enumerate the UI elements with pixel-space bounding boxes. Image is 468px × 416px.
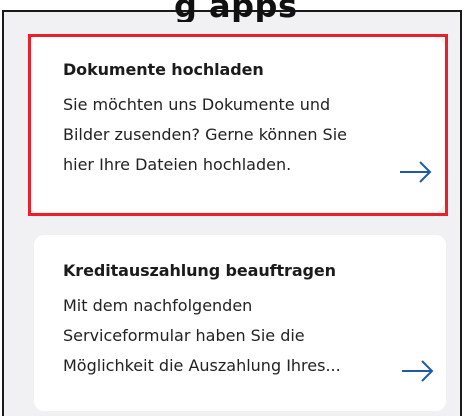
page-header-fragment: g apps (174, 0, 434, 22)
arrow-right-icon[interactable] (401, 360, 435, 382)
card-description-line: hier Ihre Dateien hochladen. (63, 155, 292, 174)
upload-documents-card[interactable]: Dokumente hochladen Sie möchten uns Doku… (28, 37, 444, 212)
card-description-line: Sie möchten uns Dokumente und (63, 95, 331, 114)
card-description-line: Serviceformular haben Sie die (63, 326, 305, 345)
card-description-line: Möglichkeit die Auszahlung Ihres... (63, 356, 341, 375)
screenshot-frame: g apps Dokumente hochladen Sie möchten u… (2, 0, 462, 416)
card-description-line: Bilder zusenden? Gerne können Sie (63, 125, 347, 144)
card-title: Kreditauszahlung beauftragen (63, 261, 336, 280)
card-title: Dokumente hochladen (63, 60, 264, 79)
credit-payout-card[interactable]: Kreditauszahlung beauftragen Mit dem nac… (34, 235, 446, 411)
page-header-text: g apps (174, 0, 298, 22)
card-description: Sie möchten uns Dokumente und Bilder zus… (63, 90, 347, 180)
card-description: Mit dem nachfolgenden Serviceformular ha… (63, 291, 341, 381)
card-description-line: Mit dem nachfolgenden (63, 296, 253, 315)
arrow-right-icon[interactable] (399, 161, 433, 183)
